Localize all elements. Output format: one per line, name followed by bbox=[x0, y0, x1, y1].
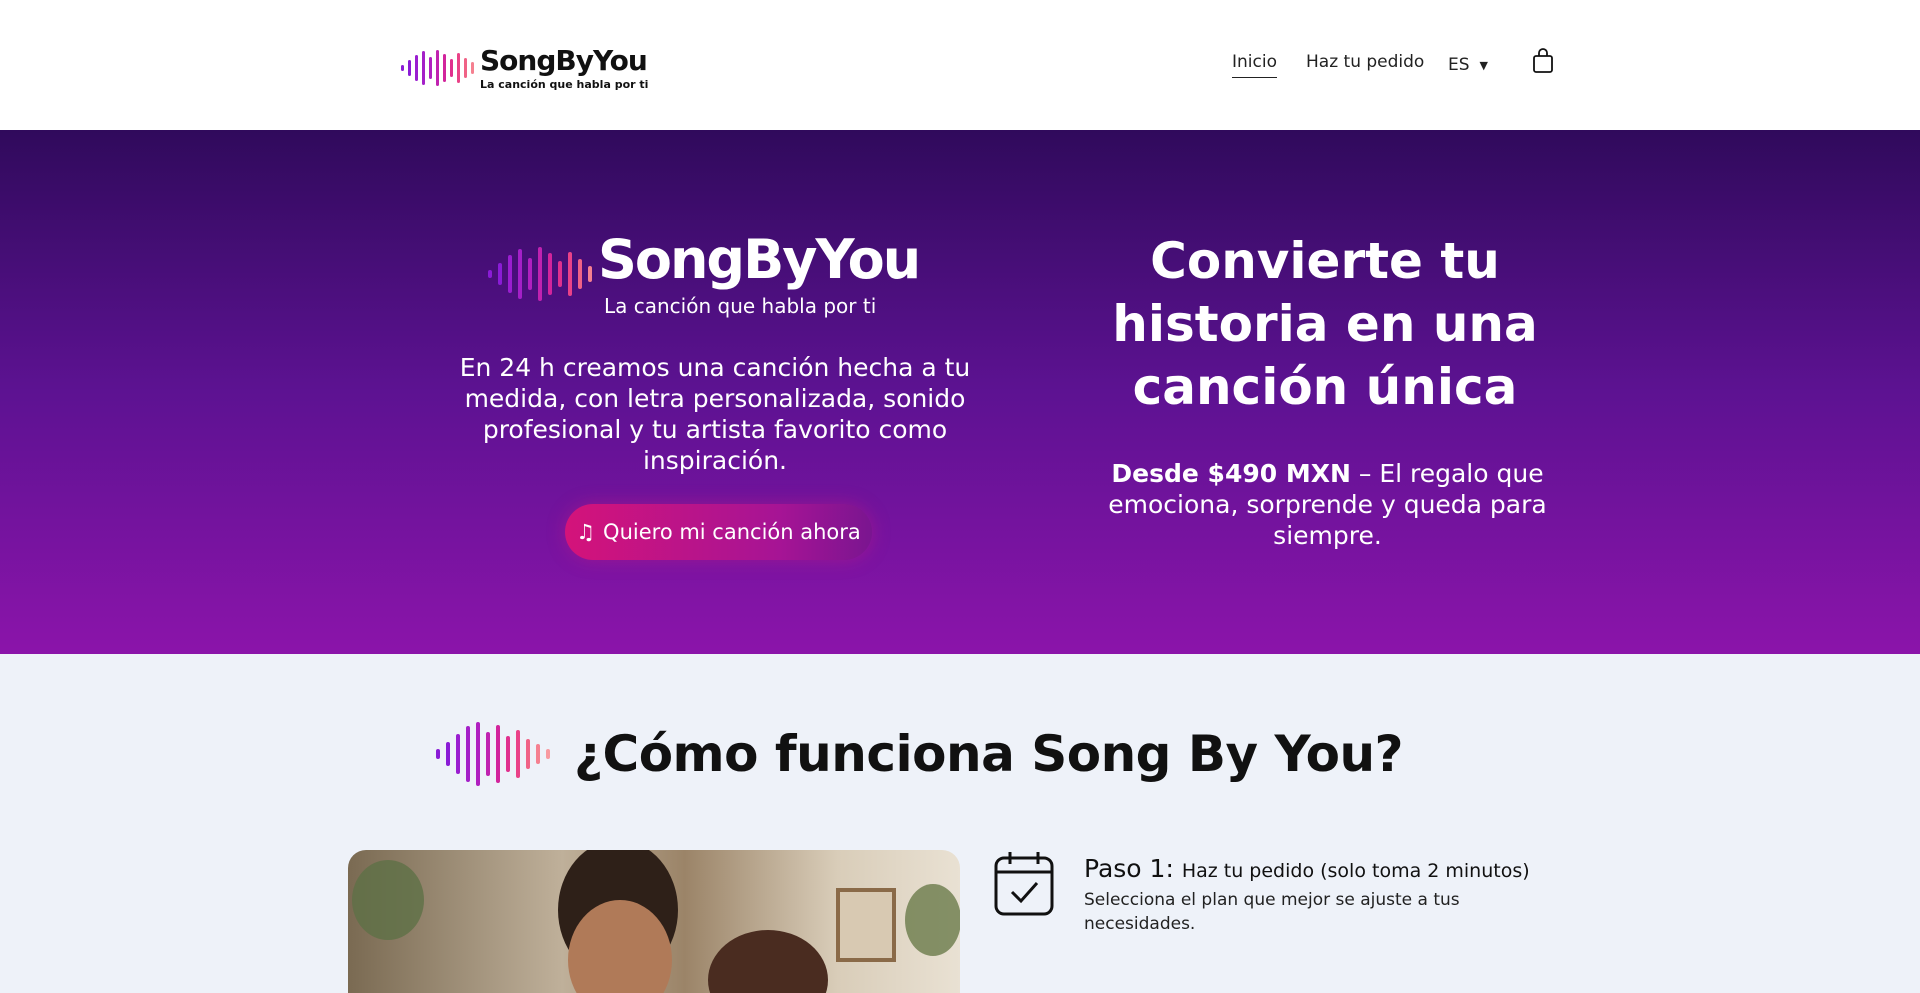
order-song-button-label: Quiero mi canción ahora bbox=[603, 520, 861, 544]
step-1-title: Paso 1: Haz tu pedido (solo toma 2 minut… bbox=[1084, 854, 1530, 883]
shopping-bag-icon[interactable] bbox=[1532, 48, 1554, 74]
hero-title: Convierte tu historia en una canción úni… bbox=[1112, 232, 1538, 416]
music-note-icon: ♫ bbox=[576, 520, 596, 544]
header-logo[interactable]: SongByYou La canción que habla por ti bbox=[401, 38, 671, 98]
logo-tagline: La canción que habla por ti bbox=[480, 78, 649, 91]
price-highlight: Desde $490 MXN bbox=[1111, 459, 1351, 488]
how-it-works-title: ¿Cómo funciona Song By You? bbox=[574, 725, 1404, 783]
step-1-heading: Haz tu pedido (solo toma 2 minutos) bbox=[1181, 860, 1530, 882]
step-1-description: Selecciona el plan que mejor se ajuste a… bbox=[1084, 890, 1460, 934]
how-it-works-section: ¿Cómo funciona Song By You? Paso 1: Haz … bbox=[0, 654, 1920, 993]
caret-down-icon: ▼ bbox=[1479, 58, 1489, 72]
hero-section: SongByYou La canción que habla por ti En… bbox=[0, 130, 1920, 654]
soundwave-icon bbox=[436, 722, 550, 786]
nav-link-haz-tu-pedido[interactable]: Haz tu pedido bbox=[1306, 52, 1424, 78]
step-1-label: Paso 1: bbox=[1084, 854, 1174, 883]
hero-logo-tagline: La canción que habla por ti bbox=[604, 294, 877, 318]
hero-logo: SongByYou La canción que habla por ti bbox=[488, 228, 921, 318]
logo-title: SongByYou bbox=[480, 44, 648, 77]
how-it-works-heading: ¿Cómo funciona Song By You? bbox=[436, 722, 1404, 786]
hero-price-text: Desde $490 MXN – El regalo que emociona,… bbox=[1105, 458, 1550, 551]
language-value: ES bbox=[1448, 55, 1470, 75]
order-song-button[interactable]: ♫ Quiero mi canción ahora bbox=[565, 504, 872, 560]
soundwave-icon bbox=[401, 50, 474, 86]
soundwave-icon bbox=[488, 247, 592, 301]
hero-description: En 24 h creamos una canción hecha a tu m… bbox=[459, 353, 971, 475]
language-selector[interactable]: ES ▼ bbox=[1448, 52, 1488, 78]
calendar-check-icon bbox=[994, 850, 1054, 916]
hero-logo-title: SongByYou bbox=[598, 228, 921, 291]
nav-link-inicio[interactable]: Inicio bbox=[1232, 52, 1277, 78]
couple-photo bbox=[348, 850, 960, 993]
site-header: SongByYou La canción que habla por ti In… bbox=[0, 0, 1920, 130]
